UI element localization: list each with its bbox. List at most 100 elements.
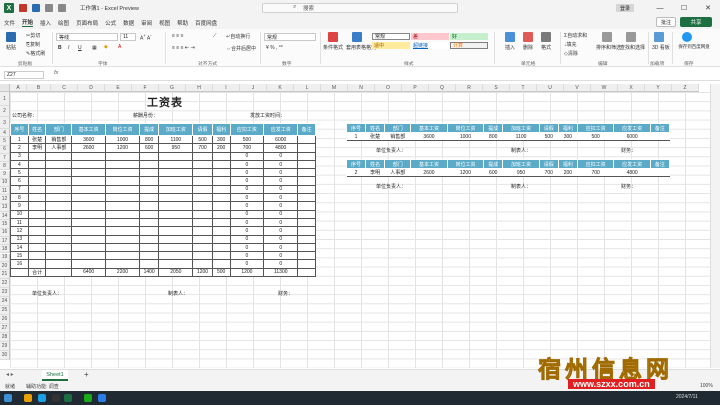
column-header[interactable]: O [375,84,402,92]
row-header[interactable]: 30 [0,351,10,361]
table-cell[interactable] [71,217,107,228]
slip-cell[interactable] [650,168,670,177]
table-cell[interactable] [138,201,160,211]
table-cell[interactable] [192,159,213,170]
table-cell[interactable] [105,259,140,269]
table-cell[interactable] [105,193,140,203]
row-header[interactable]: 25 [0,306,10,316]
table-cell[interactable] [45,201,73,211]
table-cell[interactable] [138,234,160,244]
row-header[interactable]: 14 [0,212,10,221]
table-cell[interactable]: 6000 [263,134,299,145]
table-cell[interactable]: 800 [138,134,160,145]
table-cell[interactable] [192,217,213,228]
table-cell[interactable]: 0 [263,168,299,178]
style-calc[interactable]: 计算 [450,42,488,49]
table-cell[interactable]: 0 [229,151,265,161]
total-cell[interactable]: 2050 [158,267,194,278]
table-cell[interactable] [71,201,107,211]
table-cell[interactable] [138,251,160,261]
table-cell[interactable] [158,176,194,186]
align-left-icon[interactable]: ≡ ≡ ≡ ⇤ ⇥ [172,45,195,51]
row-header[interactable]: 22 [0,279,10,289]
table-cell[interactable]: 4800 [263,143,299,153]
table-cell[interactable]: 0 [263,176,299,186]
table-cell[interactable] [297,184,316,195]
table-cell[interactable] [192,184,213,195]
table-cell[interactable]: 0 [229,251,265,261]
table-cell[interactable] [138,184,160,195]
row-header[interactable]: 29 [0,342,10,352]
store-icon[interactable] [52,394,60,402]
total-cell[interactable]: 1200 [192,267,213,278]
table-cell[interactable]: 6 [10,176,29,186]
row-header[interactable]: 6 [0,145,10,154]
row-header[interactable]: 2 [0,106,10,117]
row-header[interactable]: 13 [0,203,10,212]
table-cell[interactable] [45,193,73,203]
table-cell[interactable] [158,151,194,161]
menu-8[interactable]: 视图 [159,19,170,27]
table-cell[interactable] [192,259,213,269]
table-cell[interactable] [27,151,47,161]
tab-scroll-icon[interactable]: ◂ ▸ [6,371,14,378]
table-cell[interactable]: 0 [229,259,265,269]
table-cell[interactable] [138,226,160,236]
fx-icon[interactable]: fx [54,70,58,76]
table-cell[interactable] [297,234,316,244]
table-cell[interactable] [105,209,140,219]
font-size-select[interactable]: 11 [120,33,136,41]
table-cell[interactable]: 1 [10,134,29,145]
addins-icon[interactable] [654,32,664,42]
column-header[interactable]: A [10,84,27,92]
row-header[interactable]: 11 [0,187,10,196]
table-cell[interactable] [27,159,47,170]
table-cell[interactable] [192,151,213,161]
table-cell[interactable] [192,176,213,186]
table-cell[interactable] [27,184,47,195]
row-header[interactable]: 28 [0,333,10,343]
menu-6[interactable]: 数据 [123,19,134,27]
table-cell[interactable] [105,201,140,211]
row-header[interactable]: 15 [0,220,10,229]
sort-filter-button[interactable]: 排序和筛选 [596,44,621,51]
menu-1[interactable]: 开始 [22,18,34,27]
slip-cell[interactable] [650,132,670,141]
style-bad[interactable]: 差 [411,33,449,40]
table-cell[interactable] [45,184,73,195]
slip-cell[interactable]: 200 [558,168,578,177]
table-cell[interactable] [192,209,213,219]
save-to-cloud-button[interactable]: 保存到百度网盘 [674,44,714,50]
table-cell[interactable] [158,242,194,253]
table-cell[interactable]: 2600 [71,143,107,153]
table-cell[interactable] [138,259,160,269]
column-header[interactable]: X [618,84,645,92]
table-cell[interactable] [297,209,316,219]
sign-in-button[interactable]: 登录 [616,4,634,12]
table-cell[interactable]: 300 [211,134,231,145]
table-cell[interactable] [71,234,107,244]
table-cell[interactable]: 0 [229,209,265,219]
table-cell[interactable]: 0 [229,217,265,228]
table-cell[interactable]: 0 [263,234,299,244]
table-cell[interactable]: 7 [10,184,29,195]
font-name-select[interactable]: 等线 [56,33,118,41]
table-cell[interactable] [27,168,47,178]
menu-2[interactable]: 插入 [40,19,51,27]
table-cell[interactable] [27,193,47,203]
row-header[interactable]: 9 [0,170,10,179]
number-format-select[interactable]: 常规 [264,33,316,41]
table-cell[interactable] [211,242,231,253]
table-cell[interactable] [211,184,231,195]
table-cell[interactable] [27,201,47,211]
table-cell[interactable] [297,201,316,211]
format-cells-icon[interactable] [541,32,551,42]
zoom-level[interactable]: 100% [700,383,713,389]
column-header[interactable]: N [348,84,375,92]
slip-cell[interactable]: 李明 [365,168,385,177]
salary-slip[interactable]: 序号 姓名 部门 基本工资 岗位工资 提成 加班工资 请假 福利 应扣工资 应发工资 备注 1 张楚 销售部… [345,123,671,141]
fill-button[interactable]: ↓填充 [564,41,577,48]
column-header[interactable]: E [105,84,132,92]
font-grow-icon[interactable]: A+ A- [140,33,152,42]
table-cell[interactable]: 600 [138,143,160,153]
